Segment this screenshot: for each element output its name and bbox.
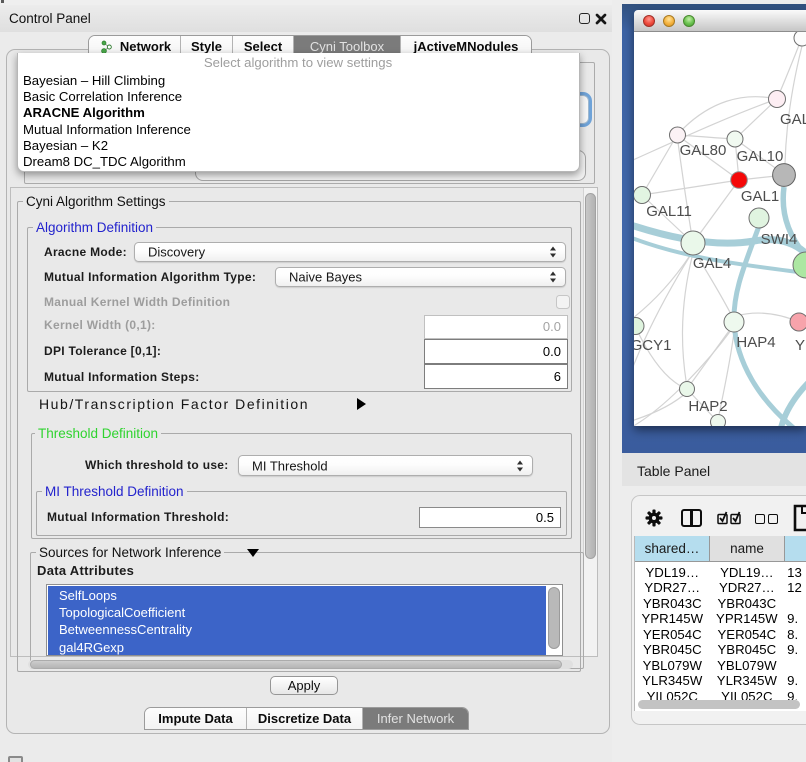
svg-text:HAP4: HAP4 bbox=[736, 334, 775, 351]
svg-text:GAL4: GAL4 bbox=[693, 255, 731, 272]
svg-text:GAL2: GAL2 bbox=[780, 111, 806, 128]
svg-text:GCY1: GCY1 bbox=[634, 337, 671, 354]
svg-text:SWI4: SWI4 bbox=[761, 231, 798, 248]
svg-text:GAL11: GAL11 bbox=[646, 203, 692, 220]
svg-text:YM: YM bbox=[795, 337, 806, 354]
svg-text:GAL10: GAL10 bbox=[737, 148, 784, 165]
svg-text:GAL1: GAL1 bbox=[741, 188, 779, 205]
svg-text:HAP2: HAP2 bbox=[688, 398, 727, 415]
svg-text:GAL80: GAL80 bbox=[680, 142, 727, 159]
